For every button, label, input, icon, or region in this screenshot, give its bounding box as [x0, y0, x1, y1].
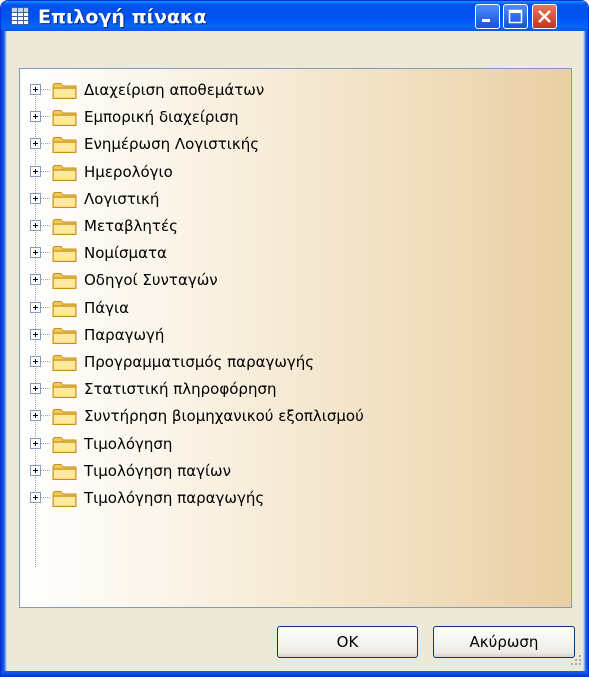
tree-item-label: Ενημέρωση Λογιστικής	[84, 135, 260, 154]
tree-item-label: Εμπορική διαχείριση	[84, 108, 239, 127]
tree-branch-line	[41, 442, 50, 445]
folder-icon	[52, 110, 77, 127]
folder-icon	[52, 327, 77, 344]
tree-item[interactable]: Διαχείριση αποθεμάτων	[20, 76, 560, 103]
tree-branch-line	[41, 388, 50, 390]
tree-item[interactable]: Παραγωγή	[20, 321, 560, 348]
tree-branch-line	[41, 252, 50, 254]
tree-item-label: Τιμολόγηση παγίων	[84, 461, 231, 480]
tree-branch-line	[41, 469, 50, 472]
dialog-window: Επιλογή πίνακα Διαχείριση αποθεμάτων Εμπο…	[0, 0, 589, 677]
tree-item-label: Προγραμματισμός παραγωγής	[84, 353, 315, 371]
tree-branch-line	[41, 361, 50, 363]
plus-expander-icon[interactable]	[30, 437, 41, 449]
plus-expander-icon[interactable]	[30, 274, 41, 286]
plus-expander-icon[interactable]	[30, 410, 41, 422]
tree-branch-line	[41, 197, 50, 200]
tree-branch-line	[41, 333, 50, 336]
folder-icon	[52, 219, 77, 235]
folder-icon	[52, 409, 77, 426]
plus-expander-icon[interactable]	[30, 383, 41, 395]
tree-branch-line	[41, 306, 50, 309]
tree-item[interactable]: Συντήρηση βιομηχανικού εξοπλισμού	[20, 402, 560, 429]
tree-branch-line	[41, 170, 50, 173]
tree-item[interactable]: Τιμολόγηση παγίων	[20, 457, 560, 484]
tree-branch-line	[41, 225, 50, 227]
folder-icon	[52, 491, 77, 507]
tree-item[interactable]: Οδηγοί Συνταγών	[20, 266, 560, 293]
close-button[interactable]	[532, 4, 557, 29]
tree-item-label: Πάγια	[84, 298, 130, 317]
minimize-button[interactable]	[475, 4, 500, 29]
tree-item[interactable]: Εμπορική διαχείριση	[20, 103, 560, 130]
maximize-button[interactable]	[503, 4, 528, 29]
tree-branch-line	[41, 116, 50, 118]
plus-expander-icon[interactable]	[30, 492, 41, 503]
cancel-button[interactable]: Ακύρωση	[433, 626, 575, 658]
tree-item[interactable]: Ημερολόγιο	[20, 158, 560, 185]
tree-item-label: Στατιστική πληροφόρηση	[84, 380, 277, 399]
plus-expander-icon[interactable]	[30, 192, 41, 204]
folder-icon	[52, 246, 77, 263]
folder-icon	[52, 164, 77, 181]
plus-expander-icon[interactable]	[30, 328, 41, 340]
table-icon	[11, 7, 29, 25]
tree-item-label: Νομίσματα	[84, 244, 167, 263]
tree-item-label: Διαχείριση αποθεμάτων	[84, 81, 265, 99]
window-frame-left	[1, 31, 7, 676]
plus-expander-icon[interactable]	[30, 138, 41, 150]
close-icon	[538, 10, 551, 23]
tree-item[interactable]: Λογιστική	[20, 185, 560, 212]
window-frame-right	[583, 31, 588, 676]
tree-branch-line	[41, 497, 50, 499]
window-frame-bottom	[1, 671, 588, 676]
folder-icon	[52, 355, 77, 371]
tree-item-label: Μεταβλητές	[84, 217, 178, 235]
tree-item[interactable]: Προγραμματισμός παραγωγής	[20, 348, 560, 375]
tree-item-label: Τιμολόγηση	[84, 434, 173, 453]
tree-item[interactable]: Νομίσματα	[20, 239, 560, 266]
tree-item[interactable]: Στατιστική πληροφόρηση	[20, 375, 560, 402]
tree-item-label: Ημερολόγιο	[84, 162, 173, 181]
plus-expander-icon[interactable]	[30, 165, 41, 177]
plus-expander-icon[interactable]	[30, 464, 41, 476]
maximize-icon	[508, 9, 523, 24]
tree-item[interactable]: Πάγια	[20, 294, 560, 321]
folder-icon	[52, 273, 77, 290]
plus-expander-icon[interactable]	[30, 220, 41, 231]
table-tree-view[interactable]: Διαχείριση αποθεμάτων Εμπορική διαχείριση…	[19, 68, 572, 608]
tree-branch-line	[41, 279, 50, 281]
folder-icon	[52, 463, 77, 480]
plus-expander-icon[interactable]	[30, 356, 41, 367]
tree-item[interactable]: Ενημέρωση Λογιστικής	[20, 130, 560, 157]
tree-branch-line	[41, 89, 50, 91]
tree-item[interactable]: Τιμολόγηση παραγωγής	[20, 484, 560, 511]
tree-branch-line	[41, 143, 50, 145]
window-title: Επιλογή πίνακα	[38, 6, 207, 28]
tree-item-label: Λογιστική	[84, 189, 160, 208]
title-bar[interactable]: Επιλογή πίνακα	[1, 1, 588, 31]
plus-expander-icon[interactable]	[30, 84, 41, 95]
plus-expander-icon[interactable]	[30, 247, 41, 259]
minimize-icon	[482, 19, 490, 22]
ok-button[interactable]: OK	[277, 626, 418, 658]
plus-expander-icon[interactable]	[30, 301, 41, 313]
folder-icon	[52, 300, 77, 317]
tree-item[interactable]: Μεταβλητές	[20, 212, 560, 239]
folder-icon	[52, 191, 77, 208]
tree-item[interactable]: Τιμολόγηση	[20, 430, 560, 457]
tree-item-label: Οδηγοί Συνταγών	[84, 271, 218, 290]
resize-grip-icon[interactable]	[567, 649, 583, 669]
tree-item-label: Τιμολόγηση παραγωγής	[84, 489, 265, 507]
tree-item-label: Συντήρηση βιομηχανικού εξοπλισμού	[84, 407, 364, 426]
folder-icon	[52, 382, 77, 399]
folder-icon	[52, 83, 77, 99]
folder-icon	[52, 436, 77, 453]
plus-expander-icon[interactable]	[30, 111, 41, 123]
folder-icon	[52, 137, 77, 154]
tree-item-label: Παραγωγή	[84, 325, 165, 344]
tree-branch-line	[41, 415, 50, 417]
